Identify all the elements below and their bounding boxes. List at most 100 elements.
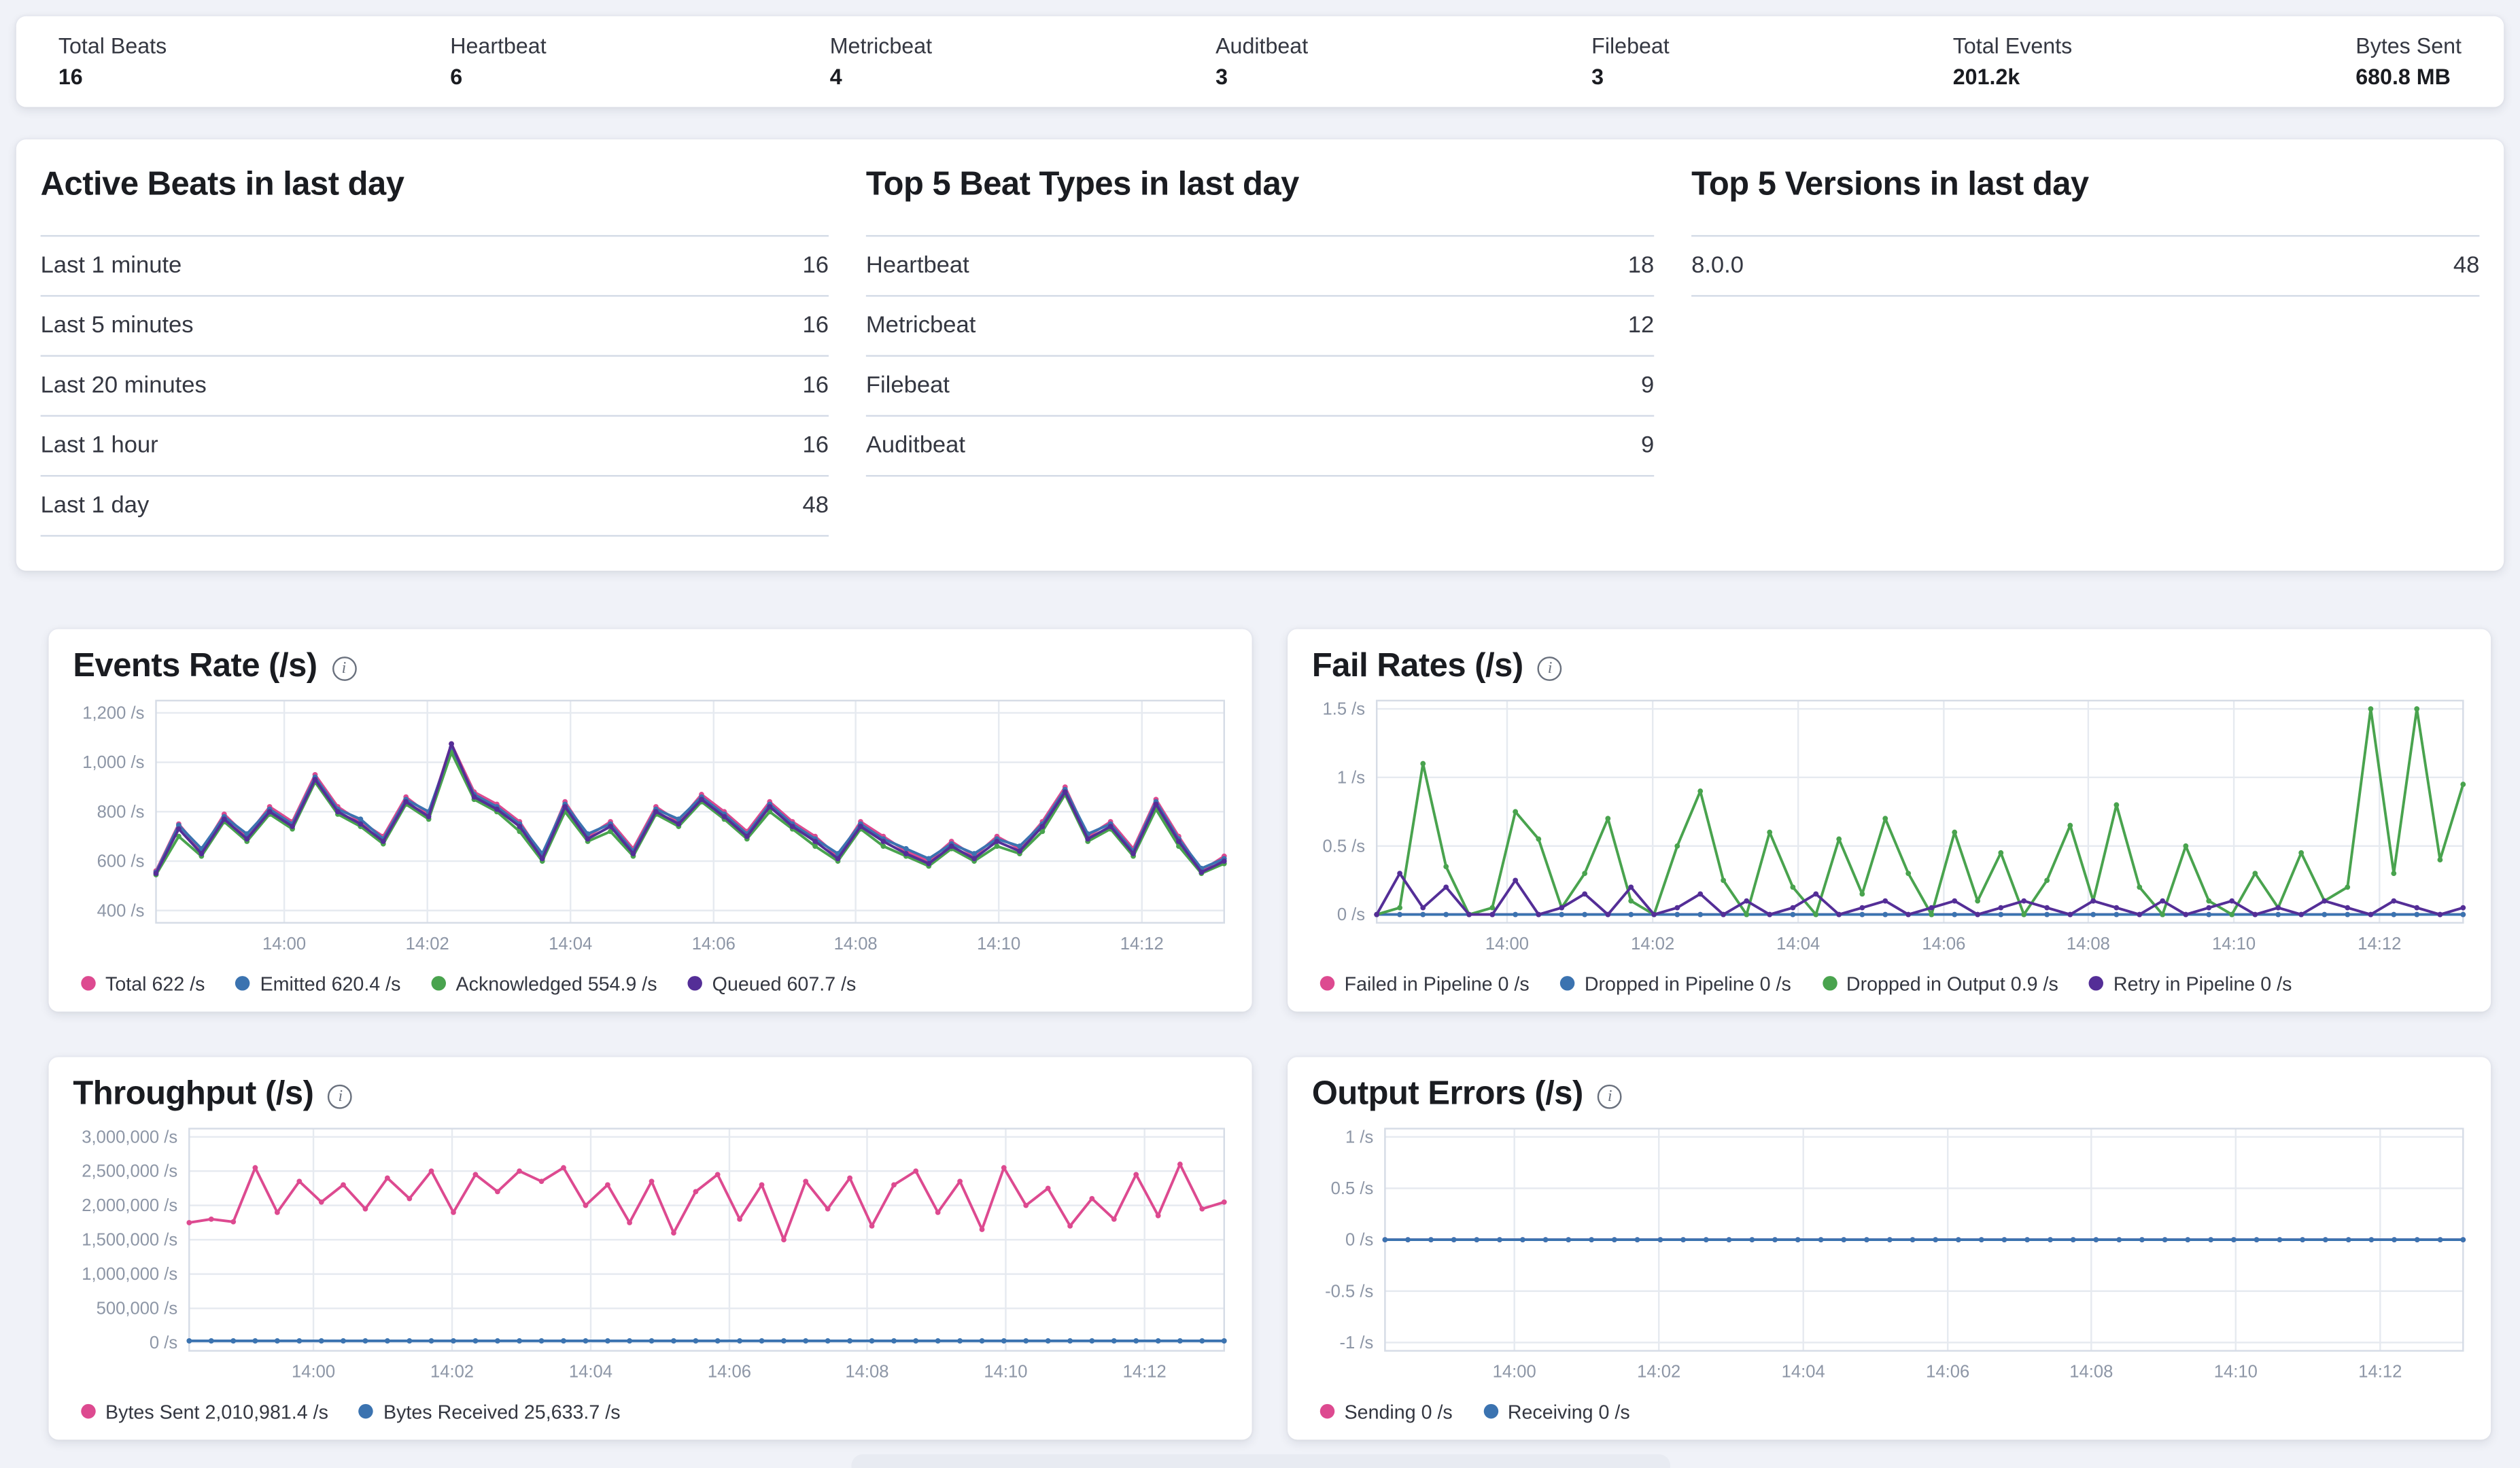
legend-label: Failed in Pipeline 0 /s [1345,973,1530,995]
svg-text:-1 /s: -1 /s [1339,1333,1373,1352]
legend-item[interactable]: Bytes Received 25,633.7 /s [359,1401,620,1423]
legend-item[interactable]: Total 622 /s [81,973,205,995]
legend-label: Acknowledged 554.9 /s [456,973,657,995]
svg-text:1 /s: 1 /s [1337,768,1365,787]
svg-text:0 /s: 0 /s [150,1333,177,1352]
svg-text:14:08: 14:08 [2067,934,2110,954]
svg-text:14:06: 14:06 [692,934,736,954]
legend-dot [688,977,702,991]
svg-text:0.5 /s: 0.5 /s [1331,1179,1374,1198]
stat-filebeat: Filebeat 3 [1591,34,1670,107]
charts-grid: Events Rate (/s) i 1,200 /s1,000 /s800 /… [16,629,2504,1440]
svg-text:800 /s: 800 /s [97,803,145,822]
legend-dot [1483,1405,1498,1419]
stat-value: 201.2k [1953,65,2072,89]
stat-label: Bytes Sent [2355,34,2462,58]
svg-text:14:04: 14:04 [569,1363,612,1382]
legend-item[interactable]: Failed in Pipeline 0 /s [1320,973,1530,995]
table-body: 8.0.0 48 [1691,235,2479,297]
svg-text:1 /s: 1 /s [1345,1128,1373,1147]
summary-stats-panel: Total Beats 16 Heartbeat 6 Metricbeat 4 … [16,16,2504,107]
stat-metricbeat: Metricbeat 4 [830,34,932,107]
legend-dot [1822,977,1836,991]
table-top-beat-types: Top 5 Beat Types in last day Heartbeat 1… [866,165,1654,536]
svg-text:14:02: 14:02 [430,1363,474,1382]
legend-item[interactable]: Sending 0 /s [1320,1401,1453,1423]
row-label: Last 1 day [41,493,150,519]
table-row: Heartbeat 18 [866,237,1654,296]
row-label: 8.0.0 [1691,253,1744,279]
info-icon[interactable]: i [328,1084,353,1108]
legend-dot [1320,977,1334,991]
chart-title: Throughput (/s) [73,1075,313,1114]
svg-text:1,200 /s: 1,200 /s [82,703,144,722]
svg-text:0.5 /s: 0.5 /s [1322,837,1365,856]
legend-label: Receiving 0 /s [1508,1401,1630,1423]
legend-item[interactable]: Bytes Sent 2,010,981.4 /s [81,1401,328,1423]
stat-value: 680.8 MB [2355,65,2462,89]
svg-text:400 /s: 400 /s [97,901,145,920]
legend-label: Bytes Received 25,633.7 /s [383,1401,621,1423]
legend-item[interactable]: Acknowledged 554.9 /s [432,973,657,995]
row-value: 16 [802,253,829,279]
svg-text:500,000 /s: 500,000 /s [97,1299,178,1318]
chart-panel-throughput: Throughput (/s) i 3,000,000 /s 2,500,000 … [49,1057,1252,1439]
throughput-chart[interactable]: 3,000,000 /s2,500,000 /s2,000,000 /s1,50… [49,1119,1252,1397]
legend-label: Queued 607.7 /s [712,973,857,995]
svg-text:14:06: 14:06 [708,1363,751,1382]
info-icon[interactable]: i [1538,656,1562,680]
stat-value: 6 [450,65,546,89]
table-row: 8.0.0 48 [1691,237,2479,296]
events-rate-chart[interactable]: 1,200 /s1,000 /s800 /s600 /s400 /s14:001… [49,691,1252,969]
table-title: Active Beats in last day [41,165,829,204]
legend-item[interactable]: Emitted 620.4 /s [236,973,401,995]
fail-rates-chart[interactable]: 1.5 /s1 /s0.5 /s0 /s14:0014:0214:0414:06… [1288,691,2491,969]
chart-svg: 3,000,000 /s2,500,000 /s2,000,000 /s1,50… [70,1119,1231,1397]
table-row: Filebeat 9 [866,357,1654,417]
table-row: Last 1 day 48 [41,476,829,536]
legend-item[interactable]: Dropped in Output 0.9 /s [1822,973,2058,995]
legend-label: Dropped in Pipeline 0 /s [1585,973,1791,995]
chart-panel-fail-rates: Fail Rates (/s) i 1.5 /s1 /s0.5 /s0 /s14… [1288,629,2491,1012]
svg-text:3,000,000 /s: 3,000,000 /s [82,1128,177,1147]
info-icon[interactable]: i [332,656,356,680]
row-label: Last 5 minutes [41,313,194,338]
chart-panel-output-errors: Output Errors (/s) i 1 /s 0.5 /s 0 /s -0.5 … [1288,1057,2491,1439]
legend-label: Retry in Pipeline 0 /s [2113,973,2292,995]
chart-svg: 1,200 /s1,000 /s800 /s600 /s400 /s14:001… [70,691,1231,969]
svg-text:14:12: 14:12 [1120,934,1164,954]
svg-text:14:12: 14:12 [1123,1363,1167,1382]
chart-title: Output Errors (/s) [1312,1075,1583,1114]
svg-text:600 /s: 600 /s [97,852,145,871]
stat-total-beats: Total Beats 16 [58,34,167,107]
legend-item[interactable]: Queued 607.7 /s [688,973,856,995]
stat-label: Filebeat [1591,34,1670,58]
row-label: Heartbeat [866,253,969,279]
row-value: 16 [802,433,829,459]
svg-text:14:10: 14:10 [2214,1363,2258,1382]
svg-text:2,500,000 /s: 2,500,000 /s [82,1162,177,1181]
info-icon[interactable]: i [1598,1084,1622,1108]
legend-item[interactable]: Retry in Pipeline 0 /s [2089,973,2292,995]
output-errors-chart[interactable]: 1 /s0.5 /s0 /s-0.5 /s-1 /s14:0014:0214:0… [1288,1119,2491,1397]
svg-text:14:10: 14:10 [977,934,1020,954]
legend-item[interactable]: Receiving 0 /s [1483,1401,1630,1423]
legend-item[interactable]: Dropped in Pipeline 0 /s [1560,973,1791,995]
stat-label: Total Beats [58,34,167,58]
chart-panel-events-rate: Events Rate (/s) i 1,200 /s1,000 /s800 /… [49,629,1252,1012]
legend-dot [2089,977,2103,991]
row-label: Auditbeat [866,433,965,459]
svg-text:0 /s: 0 /s [1345,1231,1373,1250]
svg-text:14:00: 14:00 [1493,1363,1536,1382]
svg-text:-0.5 /s: -0.5 /s [1325,1282,1373,1301]
row-value: 48 [802,493,829,519]
svg-text:14:08: 14:08 [834,934,878,954]
svg-text:1.5 /s: 1.5 /s [1322,700,1365,719]
chart-svg: 1.5 /s1 /s0.5 /s0 /s14:0014:0214:0414:06… [1309,691,2470,969]
stat-heartbeat: Heartbeat 6 [450,34,546,107]
row-label: Filebeat [866,373,950,399]
legend-label: Total 622 /s [105,973,205,995]
row-value: 12 [1628,313,1655,338]
table-row: Last 20 minutes 16 [41,357,829,417]
svg-text:14:08: 14:08 [845,1363,888,1382]
